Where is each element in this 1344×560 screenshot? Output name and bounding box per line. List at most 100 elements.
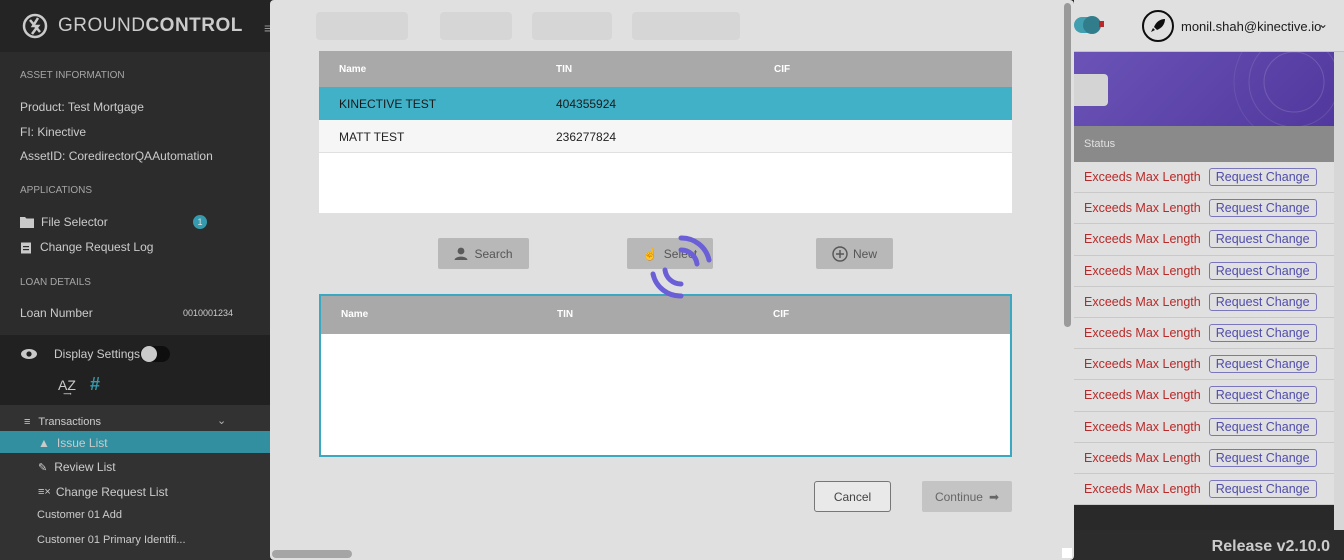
table-row: Exceeds Max Length Request Change bbox=[1074, 380, 1334, 412]
search-results-table: Name TIN CIF KINECTIVE TEST 404355924 MA… bbox=[319, 51, 1012, 213]
table-row: Exceeds Max Length Request Change bbox=[1074, 442, 1334, 474]
request-change-button[interactable]: Request Change bbox=[1208, 448, 1317, 467]
asset-value: CoredirectorQAAutomation bbox=[68, 149, 213, 163]
request-change-button[interactable]: Request Change bbox=[1208, 417, 1317, 436]
row-name: MATT TEST bbox=[339, 130, 405, 144]
product-value: Test Mortgage bbox=[67, 100, 144, 114]
row-tin: 236277824 bbox=[556, 130, 617, 144]
file-selector-label: File Selector bbox=[41, 215, 108, 229]
loan-number-value: 0010001234 bbox=[183, 308, 234, 318]
table-row: Exceeds Max Length Request Change bbox=[1074, 224, 1334, 256]
list-icon: ≡ bbox=[24, 416, 31, 428]
table-row: Exceeds Max Length Request Change bbox=[1074, 162, 1334, 194]
display-settings-block bbox=[0, 335, 270, 405]
new-button[interactable]: New bbox=[816, 238, 893, 269]
table-row: Exceeds Max Length Request Change bbox=[1074, 473, 1334, 506]
hash-icon[interactable]: # bbox=[90, 374, 100, 395]
status-text: Exceeds Max Length bbox=[1084, 232, 1201, 247]
brand-light: GROUND bbox=[58, 15, 146, 36]
request-change-button[interactable]: Request Change bbox=[1208, 230, 1317, 249]
status-column-header: Status bbox=[1074, 126, 1334, 162]
eye-icon bbox=[21, 349, 37, 359]
row-name: KINECTIVE TEST bbox=[339, 97, 437, 111]
rocket-icon bbox=[1151, 19, 1165, 32]
asset-info-header: ASSET INFORMATION bbox=[20, 70, 125, 81]
status-text: Exceeds Max Length bbox=[1084, 388, 1201, 403]
user-email[interactable]: monil.shah@kinective.io bbox=[1181, 19, 1321, 34]
selected-customers-table: Name TIN CIF bbox=[319, 294, 1012, 457]
asset-id-info: AssetID: CoredirectorQAAutomation bbox=[20, 149, 213, 163]
sidebar-item-issue-list[interactable]: ▲ Issue List bbox=[38, 436, 108, 450]
change-request-list-label: Change Request List bbox=[55, 485, 168, 499]
faded-field bbox=[440, 12, 512, 40]
fi-value: Kinective bbox=[37, 125, 87, 139]
applications-header: APPLICATIONS bbox=[20, 185, 93, 196]
product-info: Product: Test Mortgage bbox=[20, 100, 144, 114]
request-change-button[interactable]: Request Change bbox=[1208, 355, 1317, 374]
warning-icon: ▲ bbox=[38, 436, 50, 450]
folder-icon bbox=[20, 217, 34, 228]
status-text: Exceeds Max Length bbox=[1084, 201, 1201, 216]
sidebar: GROUNDCONTROL ≡ ASSET INFORMATION Produc… bbox=[0, 0, 272, 560]
cancel-button[interactable]: Cancel bbox=[814, 481, 891, 512]
table-row: Exceeds Max Length Request Change bbox=[1074, 286, 1334, 318]
scroll-corner bbox=[1062, 548, 1072, 558]
review-list-label: Review List bbox=[54, 460, 116, 474]
sidebar-item-review-list[interactable]: ✎ Review List bbox=[38, 460, 116, 474]
request-change-button[interactable]: Request Change bbox=[1208, 199, 1317, 218]
modal-horizontal-scrollbar[interactable] bbox=[272, 550, 352, 558]
chevron-down-icon[interactable]: ⌄ bbox=[217, 414, 226, 427]
table-row[interactable]: MATT TEST 236277824 bbox=[319, 120, 1012, 153]
col-tin: TIN bbox=[556, 64, 573, 75]
status-text: Exceeds Max Length bbox=[1084, 326, 1201, 341]
page-scrollbar[interactable] bbox=[1334, 52, 1344, 530]
display-settings-toggle[interactable] bbox=[140, 346, 170, 362]
continue-button[interactable]: Continue ➡ bbox=[922, 481, 1012, 512]
user-menu-chevron-icon[interactable]: ⌄ bbox=[1318, 17, 1328, 31]
status-text: Exceeds Max Length bbox=[1084, 450, 1201, 465]
sidebar-item-file-selector[interactable]: File Selector bbox=[20, 215, 108, 229]
table-row: Exceeds Max Length Request Change bbox=[1074, 411, 1334, 443]
request-change-button[interactable]: Request Change bbox=[1208, 292, 1317, 311]
modal-scrollbar[interactable] bbox=[1064, 3, 1071, 327]
product-label: Product: bbox=[20, 100, 65, 114]
brand-bold: CONTROL bbox=[145, 15, 243, 36]
sidebar-item-customer-primary[interactable]: Customer 01 Primary Identifi... bbox=[37, 534, 186, 546]
new-button-label: New bbox=[852, 246, 877, 261]
asset-label: AssetID: bbox=[20, 149, 66, 163]
status-text: Exceeds Max Length bbox=[1084, 263, 1201, 278]
request-change-button[interactable]: Request Change bbox=[1208, 168, 1317, 187]
row-tin: 404355924 bbox=[556, 97, 617, 111]
plus-circle-icon bbox=[832, 245, 848, 262]
request-change-button[interactable]: Request Change bbox=[1208, 324, 1317, 343]
release-version: Release v2.10.0 bbox=[1211, 538, 1330, 555]
col-name: Name bbox=[339, 64, 367, 75]
request-change-button[interactable]: Request Change bbox=[1208, 261, 1317, 280]
col-cif: CIF bbox=[774, 64, 791, 75]
faded-field bbox=[532, 12, 612, 40]
fi-info: FI: Kinective bbox=[20, 125, 86, 139]
display-settings-row: Display Settings bbox=[20, 347, 140, 361]
status-text: Exceeds Max Length bbox=[1084, 357, 1201, 372]
request-change-button[interactable]: Request Change bbox=[1208, 386, 1317, 405]
sidebar-item-change-request-log[interactable]: Change Request Log bbox=[20, 240, 153, 254]
transactions-row[interactable]: ≡ Transactions bbox=[24, 416, 101, 428]
sort-alpha-icon[interactable]: A͢Z bbox=[58, 377, 76, 393]
search-button[interactable]: Search bbox=[438, 238, 529, 269]
fi-label: FI: bbox=[20, 125, 34, 139]
sidebar-item-change-request-list[interactable]: ≡× Change Request List bbox=[38, 485, 168, 499]
table-row: Exceeds Max Length Request Change bbox=[1074, 349, 1334, 381]
app-logo[interactable]: GROUNDCONTROL bbox=[0, 0, 270, 52]
table-row: Exceeds Max Length Request Change bbox=[1074, 193, 1334, 225]
table-row[interactable]: KINECTIVE TEST 404355924 bbox=[319, 87, 1012, 120]
status-dot bbox=[1099, 21, 1104, 27]
clipboard-icon bbox=[21, 242, 31, 253]
sidebar-item-customer-add[interactable]: Customer 01 Add bbox=[37, 509, 122, 521]
status-text: Exceeds Max Length bbox=[1084, 481, 1201, 496]
arrow-right-icon: ➡ bbox=[988, 489, 1000, 504]
request-change-button[interactable]: Request Change bbox=[1208, 479, 1317, 498]
faded-field bbox=[316, 12, 408, 40]
col-cif: CIF bbox=[773, 309, 790, 320]
avatar[interactable] bbox=[1142, 10, 1174, 42]
col-tin: TIN bbox=[557, 309, 574, 320]
